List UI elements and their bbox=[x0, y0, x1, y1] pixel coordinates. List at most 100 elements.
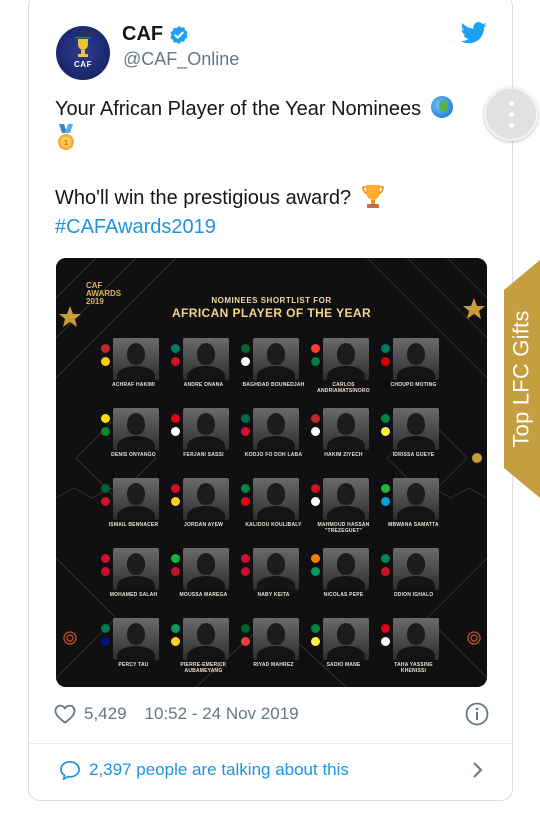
nominee-flags bbox=[101, 624, 111, 650]
nominee-head-silhouette bbox=[337, 483, 355, 505]
nominee-body-silhouette bbox=[397, 506, 435, 520]
nominee-card: BAGHDAD BOUNEDJAH bbox=[241, 338, 306, 398]
nominee-card: JORDAN AYEW bbox=[171, 478, 236, 538]
nominee-name: JORDAN AYEW bbox=[183, 522, 224, 528]
flag-icon bbox=[241, 497, 250, 506]
nominee-flags bbox=[171, 414, 181, 440]
nominee-body-silhouette bbox=[257, 366, 295, 380]
info-icon[interactable] bbox=[465, 702, 489, 726]
flag-icon bbox=[171, 414, 180, 423]
flag-icon bbox=[101, 484, 110, 493]
flag-icon bbox=[171, 357, 180, 366]
svg-text:1: 1 bbox=[64, 139, 69, 147]
tweet-line-4: #CAFAwards2019 bbox=[55, 213, 485, 242]
nominee-card: MOHAMED SALAH bbox=[101, 548, 166, 608]
nominee-card: ACHRAF HAKIMI bbox=[101, 338, 166, 398]
nominee-name: MBWANA SAMATTA bbox=[388, 522, 439, 528]
display-name[interactable]: CAF bbox=[122, 23, 163, 46]
menu-dot bbox=[508, 111, 514, 117]
flag-icon bbox=[311, 554, 320, 563]
nominee-head-silhouette bbox=[197, 483, 215, 505]
flag-icon bbox=[381, 637, 390, 646]
chevron-right-icon bbox=[473, 762, 483, 778]
trophy-icon bbox=[361, 185, 384, 208]
nominee-body-silhouette bbox=[327, 366, 365, 380]
nominee-body-silhouette bbox=[327, 436, 365, 450]
nominee-card: PIERRE-EMERICK AUBAMEYANG bbox=[171, 618, 236, 678]
nominee-flags bbox=[311, 554, 321, 580]
flag-icon bbox=[101, 637, 110, 646]
nominee-head-silhouette bbox=[197, 553, 215, 575]
flag-icon bbox=[381, 427, 390, 436]
flag-icon bbox=[171, 554, 180, 563]
flag-icon bbox=[381, 624, 390, 633]
flag-icon bbox=[311, 414, 320, 423]
nominee-grid: ACHRAF HAKIMI ANDRE ONANA BAGHDAD BOUNEDJA… bbox=[101, 338, 446, 678]
tweet-timestamp[interactable]: 10:52 - 24 Nov 2019 bbox=[145, 704, 299, 724]
nominee-flags bbox=[311, 414, 321, 440]
nominee-head-silhouette bbox=[197, 343, 215, 365]
twitter-logo-icon[interactable] bbox=[461, 22, 487, 44]
user-handle[interactable]: @CAF_Online bbox=[123, 49, 239, 70]
nominee-body-silhouette bbox=[327, 646, 365, 660]
nominee-photo bbox=[183, 408, 229, 450]
like-count[interactable]: 5,429 bbox=[84, 704, 127, 724]
heart-icon[interactable] bbox=[54, 704, 76, 724]
nominee-head-silhouette bbox=[407, 483, 425, 505]
side-tab-label-wrap: Top LFC Gifts bbox=[504, 260, 540, 498]
author-name-row: CAF bbox=[122, 23, 189, 46]
menu-dot bbox=[508, 100, 514, 106]
nominee-photo bbox=[323, 408, 369, 450]
nominee-body-silhouette bbox=[257, 506, 295, 520]
avatar-label: CAF bbox=[74, 60, 92, 69]
nominee-body-silhouette bbox=[117, 366, 155, 380]
trophy-logo-icon bbox=[75, 37, 91, 57]
hashtag-link[interactable]: #CAFAwards2019 bbox=[55, 216, 216, 238]
nominee-flags bbox=[241, 344, 251, 370]
nominee-photo bbox=[393, 408, 439, 450]
nominee-flags bbox=[171, 624, 181, 650]
tweet-text: Your African Player of the Year Nominees… bbox=[55, 95, 485, 242]
nominee-card: SADIO MANE bbox=[311, 618, 376, 678]
nominee-head-silhouette bbox=[337, 413, 355, 435]
nominee-body-silhouette bbox=[257, 436, 295, 450]
nominee-flags bbox=[241, 484, 251, 510]
flag-icon bbox=[171, 427, 180, 436]
flag-icon bbox=[171, 344, 180, 353]
flag-icon bbox=[381, 567, 390, 576]
tweet-media-image[interactable]: CAF AWARDS 2019 NOMINEES SHORTLIST FOR A… bbox=[56, 258, 487, 687]
verified-badge-icon bbox=[170, 25, 188, 44]
flag-icon bbox=[101, 414, 110, 423]
nominee-name: SADIO MANE bbox=[326, 662, 361, 668]
flag-icon bbox=[241, 414, 250, 423]
nominee-card: PERCY TAU bbox=[101, 618, 166, 678]
conversation-link[interactable]: 2,397 people are talking about this bbox=[59, 757, 484, 783]
nominee-name: CHOUPO MOTING bbox=[390, 382, 437, 388]
nominee-photo bbox=[113, 618, 159, 660]
flag-icon bbox=[101, 624, 110, 633]
nominee-name: MAHMOUD HASSAN "TREZEGUET" bbox=[317, 522, 370, 534]
nominee-body-silhouette bbox=[187, 646, 225, 660]
nominee-flags bbox=[101, 414, 111, 440]
nominee-photo bbox=[253, 618, 299, 660]
nominee-head-silhouette bbox=[407, 343, 425, 365]
tweet-text-line1: Your African Player of the Year Nominees bbox=[55, 98, 422, 120]
nominee-photo bbox=[183, 338, 229, 380]
nominee-card: DENIS ONYANGO bbox=[101, 408, 166, 468]
nominee-body-silhouette bbox=[117, 646, 155, 660]
comment-bubble-icon bbox=[60, 760, 80, 780]
more-options-button[interactable] bbox=[484, 87, 538, 141]
tweet-line-2: 1 bbox=[55, 124, 485, 155]
tweet-line-3: Who'll win the prestigious award? bbox=[55, 183, 485, 213]
flag-icon bbox=[311, 344, 320, 353]
divider bbox=[29, 743, 512, 744]
nominee-body-silhouette bbox=[257, 576, 295, 590]
avatar[interactable]: CAF bbox=[56, 26, 110, 80]
nominee-name: BAGHDAD BOUNEDJAH bbox=[242, 382, 305, 388]
nominee-name: MOUSSA MAREGA bbox=[179, 592, 228, 598]
flag-icon bbox=[101, 357, 110, 366]
medal-icon: 1 bbox=[58, 124, 74, 150]
globe-africa-icon bbox=[430, 96, 453, 118]
tweet-meta: 5,429 10:52 - 24 Nov 2019 bbox=[54, 702, 489, 726]
nominee-flags bbox=[381, 554, 391, 580]
